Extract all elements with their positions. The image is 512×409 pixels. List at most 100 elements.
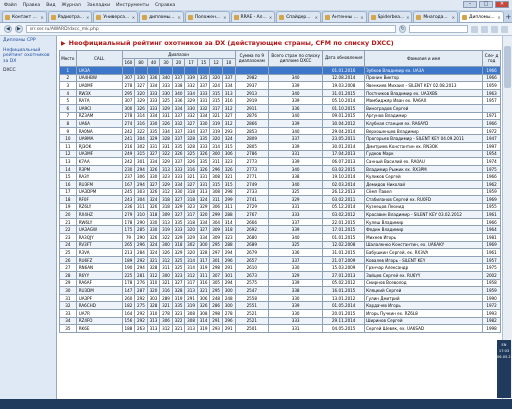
table-row[interactable]: 30 RU3DM 147 287 320 316 328 313 321 295 300 2547 33… [59, 286, 501, 295]
browser-tab[interactable]: Положен... ✕ [184, 11, 230, 22]
cell-band: 309 [209, 225, 223, 235]
menu-help[interactable]: Справка [155, 3, 175, 8]
cell-band: 316 [196, 278, 211, 288]
maximize-button[interactable]: □ [479, 1, 493, 8]
table-row[interactable]: 6 UA9CI 300 326 333 329 334 330 332 317 312 2911 336… [59, 103, 501, 113]
close-tab-icon[interactable]: ✕ [406, 15, 409, 20]
menu-file[interactable]: Файл [4, 3, 17, 8]
menu-edit[interactable]: Правка [23, 3, 40, 8]
browser-tab[interactable]: Контакт ... ✕ [2, 11, 47, 22]
cell-band: 303 [146, 293, 161, 303]
browser-tab[interactable]: Универса... ✕ [93, 11, 139, 22]
table-row[interactable]: 23 RA3QJY 79 290 326 322 329 329 334 309 323 2680 34… [59, 233, 501, 242]
table-row[interactable]: 3 UA0MF 278 327 334 333 338 332 337 324 334 2937 339… [59, 81, 501, 90]
close-tab-icon[interactable]: ✕ [223, 15, 226, 20]
cell-name: Красавин Владимир - SILENT KEY 03.02.201… [364, 210, 484, 219]
table-row[interactable]: 26 RU6FZ 189 292 321 312 325 314 317 301 296 2657 33… [59, 255, 501, 265]
browser-tab[interactable]: Антенны ... ✕ [321, 11, 367, 22]
system-tray: EN 17:03 06.05.2015 [497, 340, 512, 398]
menu-bookmarks[interactable]: Закладки [87, 3, 110, 8]
table-row[interactable]: 32 RA6CHD 182 275 328 321 335 319 326 286 300 2551 3… [59, 301, 501, 310]
browser-tab[interactable]: RRAE - Ал... ✕ [230, 11, 276, 22]
bookmark-icon[interactable] [471, 25, 479, 33]
table-row[interactable]: 34 RZ4FO 156 292 313 306 322 308 314 291 296 2521 33… [59, 316, 501, 326]
table-row[interactable]: 22 UA3AGW 175 285 330 319 333 320 327 309 318 2692 3… [59, 225, 501, 235]
cell-sum: 2679 [234, 248, 269, 257]
table-row[interactable]: 33 UA7R 164 292 310 278 323 308 308 298 278 2521 330… [59, 309, 501, 318]
close-tab-icon[interactable]: ✕ [315, 15, 318, 20]
close-tab-icon[interactable]: ✕ [86, 15, 89, 20]
table-row[interactable]: 18 RF0F 243 304 324 318 327 318 324 311 299 2741 329… [59, 195, 501, 204]
download-icon[interactable] [481, 25, 489, 33]
table-row[interactable]: 29 RA6AF 178 276 310 321 327 317 316 305 294 2575 33… [59, 278, 501, 288]
browser-tab[interactable]: Радиотра... ✕ [47, 11, 93, 22]
browser-tab[interactable]: Мнагода... ✕ [413, 11, 459, 22]
table-row[interactable]: 1 UA3A 01.01.2016 Зубков Владимир ex. UA3A 1… [59, 66, 501, 75]
cell-band: 320 [209, 73, 223, 83]
browser-tab-active[interactable]: Дипломы... ✕ [459, 11, 504, 22]
search-input[interactable] [409, 25, 469, 33]
scrollbar-thumb[interactable] [504, 46, 511, 88]
home-icon[interactable] [491, 25, 499, 33]
table-row[interactable]: 15 RA3Y 237 306 330 323 333 321 331 308 321 2771 338… [59, 172, 501, 181]
close-tab-icon[interactable]: ✕ [452, 15, 455, 20]
table-row[interactable]: 31 UA3PF 260 292 303 289 319 291 306 248 248 2558 33… [59, 293, 501, 303]
browser-tab[interactable]: Spiderbea... ✕ [367, 11, 413, 22]
cell-total: 339 [267, 157, 324, 166]
table-row[interactable]: 28 R6YY 225 281 312 300 323 312 311 307 301 2673 329… [59, 271, 501, 280]
minimize-button[interactable]: – [463, 1, 477, 8]
table-row[interactable]: 35 RK6E 188 263 313 312 321 313 319 293 291 2501 331… [59, 324, 501, 333]
menu-history[interactable]: Журнал [62, 3, 81, 8]
table-row[interactable]: 24 RV3FT 265 296 324 300 318 302 300 295 288 2689 32… [59, 240, 501, 250]
table-row[interactable]: 5 RA7A 307 329 333 325 336 329 331 315 316 2919 339 0… [59, 96, 501, 105]
table-row[interactable]: 7 RZ3AM 278 314 334 331 337 332 334 321 327 2876 340… [59, 111, 501, 121]
cell-date: 06.07.2013 [322, 157, 366, 166]
menu-view[interactable]: Вид [46, 3, 55, 8]
cell-call: UA3DPM [75, 187, 123, 197]
url-input[interactable]: srr.ser.ru/AWARD/dxcc_mk.php [25, 25, 396, 33]
close-tab-icon[interactable]: ✕ [177, 15, 180, 20]
new-tab-button[interactable]: + [505, 14, 512, 22]
table-row[interactable]: 21 RW6LY 178 290 330 313 335 318 334 304 314 2666 33… [59, 217, 501, 227]
table-row[interactable]: 19 RZ6LY 236 311 326 318 329 323 329 306 311 2729 33… [59, 202, 501, 212]
table-row[interactable]: 14 R3PM 230 294 326 313 333 316 326 296 326 2773 340… [59, 164, 501, 174]
cell-total: 339 [267, 96, 324, 105]
cell-band: 323 [184, 202, 198, 212]
menu-tools[interactable]: Инструменты [116, 3, 149, 8]
col-call: CALL [75, 50, 123, 67]
back-button[interactable]: ◀ [4, 25, 12, 33]
close-tab-icon[interactable]: ✕ [269, 15, 272, 20]
table-row[interactable]: 2 UA4HBW 307 330 336 340 337 339 335 320 337 2982 34… [59, 73, 501, 83]
close-tab-icon[interactable]: ✕ [360, 15, 363, 20]
sidebar-item-dxcc[interactable]: DXCC [0, 66, 56, 76]
cell-band: 315 [209, 179, 223, 189]
close-button[interactable]: ✕ [495, 1, 509, 8]
table-row[interactable]: 25 R3VA 213 284 324 326 329 320 328 297 294 2679 336… [59, 248, 501, 257]
table-row[interactable]: 9 RA0NA 242 322 335 334 337 334 337 319 293 2853 340… [59, 126, 501, 136]
table-row[interactable]: 27 RN6AN 190 294 328 311 325 314 319 298 291 2610 33… [59, 263, 501, 273]
close-tab-icon[interactable]: ✕ [132, 15, 135, 20]
table-row[interactable]: 11 RJ3OK 216 302 331 331 335 328 333 314 315 2805 33… [59, 141, 501, 151]
table-row[interactable]: 12 UA3MF 249 315 327 322 326 325 326 300 306 2786 33… [59, 149, 501, 159]
table-row[interactable]: 20 RX4HZ 279 310 318 309 327 317 320 299 288 2767 33… [59, 210, 501, 219]
table-row[interactable]: 13 K7AA 242 301 334 329 337 326 335 311 323 2773 339… [59, 157, 501, 166]
sidebar-item-rating[interactable]: Нефициальный рейтинг охотников за DX [0, 46, 56, 67]
browser-tab[interactable]: Спайдер... ✕ [276, 11, 321, 22]
table-row[interactable]: 8 UA6A 274 316 330 326 332 327 330 319 312 2866 339 3… [59, 119, 501, 128]
cell-name: Федин Владимир [364, 225, 484, 235]
table-row[interactable]: 16 RU3FM 167 294 327 329 334 327 331 315 315 2749 34… [59, 179, 501, 189]
table-row[interactable]: 4 RW3X 295 320 333 330 340 334 333 315 313 2913 340 3… [59, 88, 501, 98]
cell-band: 260 [121, 293, 136, 303]
cell-band: 337 [171, 134, 186, 143]
table-row[interactable]: 10 UA9MA 241 304 329 328 337 328 335 320 324 2809 33… [59, 134, 501, 143]
cell-band: 178 [121, 278, 136, 288]
forward-button[interactable]: ▶ [14, 25, 23, 33]
browser-tab[interactable]: дипломы... ✕ [139, 11, 184, 22]
table-row[interactable]: 17 UA3DPM 245 303 326 312 330 318 313 308 298 2733 3… [59, 187, 501, 197]
close-tab-icon[interactable]: ✕ [40, 15, 43, 20]
sidebar-item-awards[interactable]: Дипломы СРР [0, 36, 56, 46]
reload-button[interactable]: ↻ [398, 25, 407, 33]
menu-icon[interactable] [501, 25, 509, 33]
close-tab-icon[interactable]: ✕ [497, 15, 500, 20]
cell-band: 333 [196, 141, 211, 151]
